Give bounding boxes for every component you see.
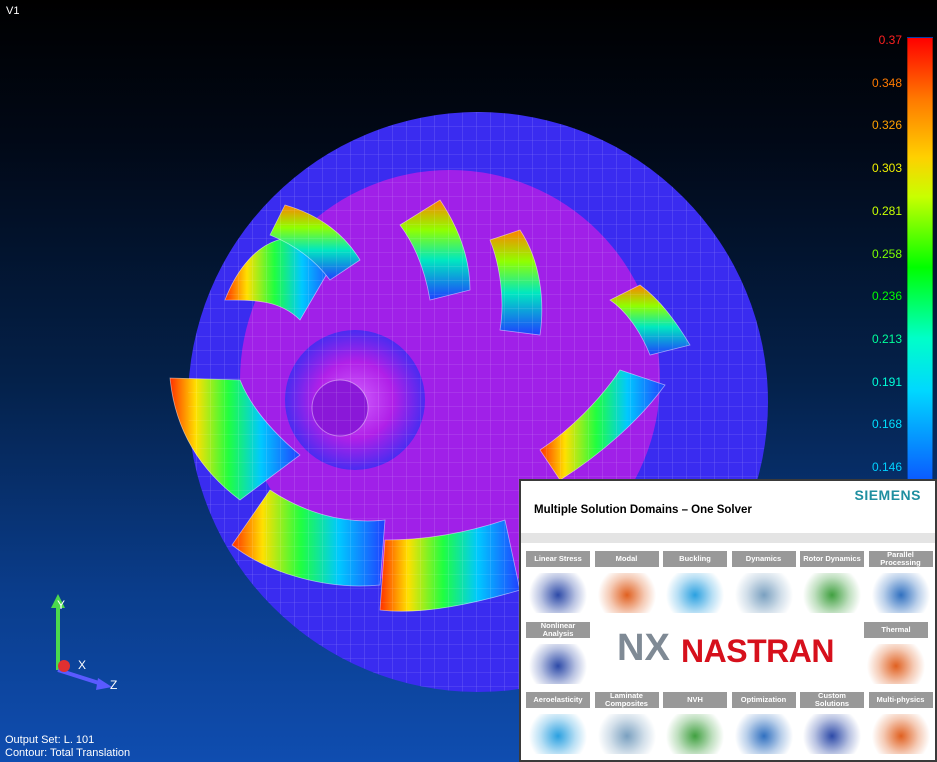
domain-label: Modal [594,551,659,567]
domain-label: Nonlinear Analysis [526,622,590,638]
domain-label: Rotor Dynamics [800,551,864,567]
domain-thumbnail [526,573,590,613]
domain-label: Parallel Processing [868,551,933,567]
axis-y-label: Y [57,598,66,612]
legend-value: 0.258 [871,246,902,261]
domain-label: Custom Solutions [800,692,864,708]
nx-logo-text: NX [617,627,670,669]
output-set-text: Output Set: L. 101 [5,734,95,746]
legend-value: 0.303 [871,161,902,176]
domain-thumbnail [731,573,796,613]
legend-value: 0.281 [871,203,902,218]
domain-thumbnail [864,644,928,684]
panel-divider [521,533,935,543]
domain-thumbnail [663,573,727,613]
domain-thumbnail [526,714,590,754]
legend-value: 0.236 [871,289,902,304]
domain-label: Multi-physics [868,692,933,708]
legend-value: 0.348 [871,75,902,90]
domain-thumbnail [594,573,659,613]
domain-label: Aeroelasticity [526,692,590,708]
legend-value: 0.37 [878,33,902,47]
domain-thumbnail [731,714,796,754]
legend-value: 0.168 [871,417,902,432]
nx-nastran-info-panel: SIEMENS Multiple Solution Domains – One … [519,479,937,762]
axis-x-label: X [78,658,87,672]
panel-title: Multiple Solution Domains – One Solver [534,504,752,516]
domain-label: Laminate Composites [594,692,659,708]
domain-thumbnail [594,714,659,754]
domain-label: Thermal [864,622,928,638]
nastran-logo-text: NASTRAN [681,633,834,669]
domain-thumbnail [526,644,590,684]
domain-label: Dynamics [731,551,796,567]
domain-thumbnail [868,573,933,613]
view-label: V1 [6,5,20,17]
domain-thumbnail [663,714,727,754]
domain-label: Buckling [663,551,727,567]
domain-label: NVH [663,692,727,708]
legend-value: 0.326 [871,118,902,133]
contour-text: Contour: Total Translation [5,747,131,759]
domain-label: Linear Stress [526,551,590,567]
domain-thumbnail [868,714,933,754]
contour-legend-bar [907,37,933,480]
graphics-viewport[interactable]: V1 0.37 0.348 0.326 0.303 0.281 0.258 0.236 0.2… [0,0,937,762]
axis-z-label: Z [110,678,118,692]
legend-value: 0.213 [871,331,902,346]
siemens-logo: SIEMENS [854,487,921,503]
legend-value: 0.146 [871,460,902,474]
axis-triad: Y X Z [40,592,130,697]
domain-thumbnail [800,714,864,754]
domain-label: Optimization [731,692,796,708]
domain-thumbnail [800,573,864,613]
legend-value: 0.191 [871,374,902,389]
